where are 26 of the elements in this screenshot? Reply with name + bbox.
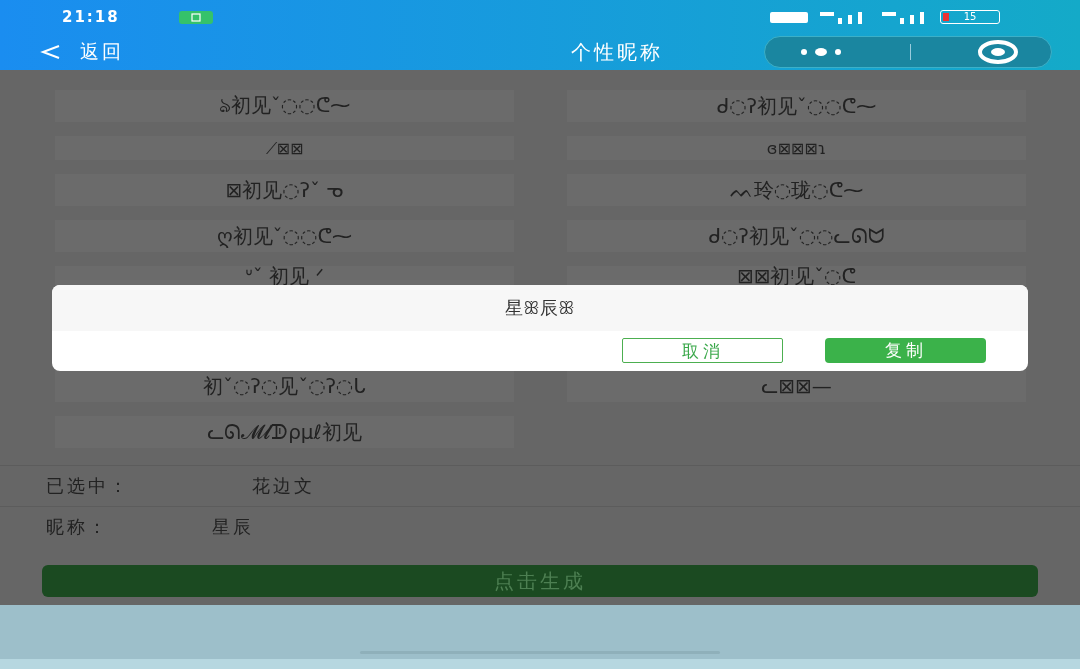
copy-button[interactable]: 复制 — [825, 338, 986, 363]
back-button[interactable]: 返回 — [40, 39, 340, 65]
status-time: 21:18 — [62, 8, 121, 26]
nickname-option[interactable]: ⊠初见◌ʔˇ ᓀ — [55, 174, 514, 206]
nickname-option[interactable]: ᓚ⊠⊠— — [567, 370, 1026, 402]
field-label: 已选中： — [46, 474, 131, 498]
field-value: 星辰 — [212, 515, 254, 539]
nickname-option[interactable]: ᨓ玲◌珑◌ᕦ⁓ — [567, 174, 1026, 206]
nickname-option[interactable]: ღ初见ˇ◌◌ᕦ⁓ — [55, 220, 514, 252]
nickname-option[interactable]: ᑯ◌ʔ初见ˇ◌◌ᓚᘏᗢ — [567, 220, 1026, 252]
battery-icon: 15 — [940, 10, 1000, 24]
close-icon[interactable] — [977, 40, 1018, 64]
notification-icon — [179, 10, 213, 24]
nickname-option[interactable]: ᑯ◌ʔ初见ˇ◌◌ᕦ⁓ — [567, 90, 1026, 122]
dialog-message: 星ꕥ辰ꕥ — [52, 285, 1028, 331]
page-title: 个性昵称 — [570, 38, 664, 66]
field-value: 花边文 — [252, 474, 315, 498]
nickname-option[interactable]: ɞ⊠⊠⊠ɿ — [567, 136, 1026, 160]
cancel-button[interactable]: 取消 — [622, 338, 783, 363]
more-icon[interactable] — [798, 47, 843, 57]
back-icon — [40, 44, 60, 60]
nickname-option[interactable]: ঌ初见ˇ◌◌ᕦ⁓ — [55, 90, 514, 122]
nickname-option[interactable]: 初ˇ◌ʔ◌见ˇ◌ʔ◌ᒐ — [55, 370, 514, 402]
nickname-option[interactable]: ⟋⊠⊠ — [55, 136, 514, 160]
nickname-option[interactable]: ᓚᘏ𝓜𝓵ᗫρμℓ初见 — [55, 416, 514, 448]
field-label: 昵称： — [46, 515, 110, 539]
